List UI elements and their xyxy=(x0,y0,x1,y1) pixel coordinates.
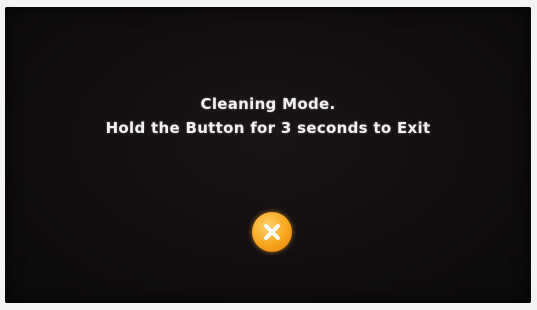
close-icon xyxy=(264,224,280,240)
display-screen: Cleaning Mode. Hold the Button for 3 sec… xyxy=(5,7,531,303)
cleaning-mode-title: Cleaning Mode. xyxy=(200,95,336,113)
device-bezel: Cleaning Mode. Hold the Button for 3 sec… xyxy=(0,0,537,310)
exit-instruction: Hold the Button for 3 seconds to Exit xyxy=(105,119,431,137)
exit-cleaning-button[interactable] xyxy=(252,212,292,252)
